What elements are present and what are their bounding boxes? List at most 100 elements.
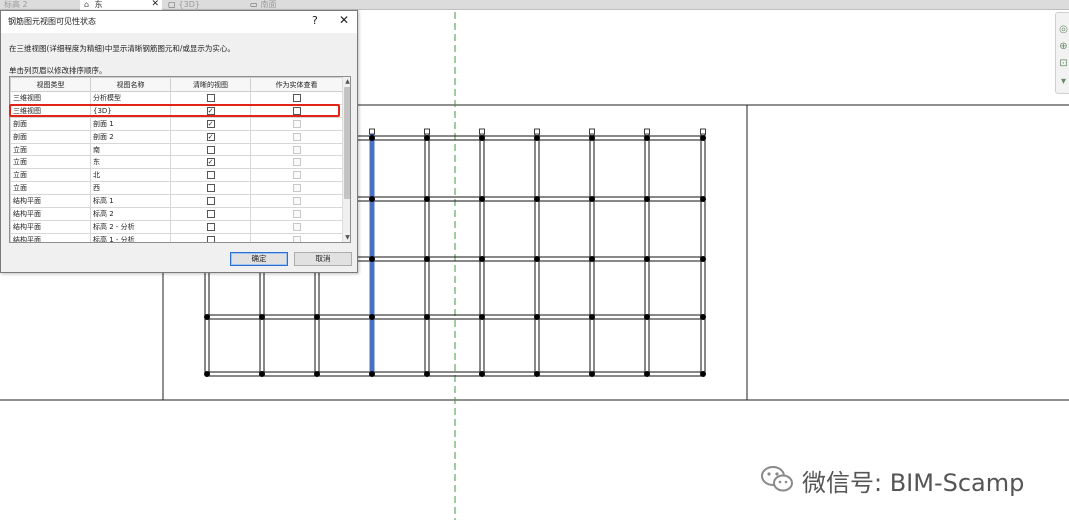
joint-node [204, 371, 210, 377]
clear-view-checkbox[interactable]: ✓ [206, 158, 215, 167]
row-view-as-solid-cell [250, 91, 343, 105]
clear-view-checkbox[interactable]: ✓ [206, 119, 215, 128]
table-row[interactable]: 立面南 [10, 142, 343, 157]
zoom-icon[interactable]: ⊕ [1057, 40, 1069, 54]
row-view-type: 结构平面 [10, 194, 91, 209]
row-clear-view-cell [170, 219, 251, 234]
scroll-thumb[interactable] [344, 87, 350, 199]
scroll-down-icon[interactable]: ▼ [343, 233, 350, 242]
row-view-name: 标高 1 [90, 194, 171, 209]
row-view-as-solid-cell [250, 103, 343, 118]
table-row[interactable]: 结构平面 标高 2 - 分析 [10, 219, 343, 234]
row-clear-view-cell: ✓ [170, 155, 251, 170]
view-as-solid-checkbox[interactable] [292, 93, 301, 102]
ok-button[interactable]: 确定 [230, 252, 288, 266]
joint-node [644, 256, 650, 262]
help-button[interactable]: ? [312, 14, 318, 27]
row-view-name: 东 [90, 155, 171, 170]
tab-3d[interactable]: ▢ {3D} [164, 0, 244, 10]
clear-view-checkbox[interactable] [206, 93, 215, 102]
dropdown-icon[interactable]: ▾ [1057, 75, 1069, 89]
clear-view-checkbox[interactable] [206, 184, 215, 193]
tab-label: 南面 [260, 0, 277, 9]
joint-node [589, 135, 595, 141]
joint-node [479, 256, 485, 262]
column-header-view-type[interactable]: 视图类型 [10, 77, 91, 92]
view-as-solid-checkbox[interactable] [292, 106, 301, 115]
table-row[interactable]: 三维视图 分析模型 [10, 91, 343, 105]
tab-south[interactable]: ▭ 南面 [246, 0, 326, 10]
row-view-name: 剖面 1 [90, 116, 171, 131]
row-clear-view-cell: ✓ [170, 129, 251, 144]
elevation-icon: ▭ [250, 0, 258, 9]
column-header-view-as-solid[interactable]: 作为实体查看 [250, 77, 343, 92]
column-header-clear-view[interactable]: 清晰的视图 [170, 77, 251, 92]
row-clear-view-cell [170, 194, 251, 209]
joint-node [314, 371, 320, 377]
joint-node [424, 371, 430, 377]
table-row[interactable]: 结构平面 标高 1 - 分析 [10, 232, 343, 242]
row-clear-view-cell: ✓ [170, 116, 251, 131]
tab-east[interactable]: ⌂ 东 ✕ [80, 0, 162, 10]
column-header-view-name[interactable]: 视图名称 [90, 77, 171, 92]
joint-node [700, 196, 706, 202]
joint-node [424, 314, 430, 320]
clear-view-checkbox[interactable]: ✓ [206, 106, 215, 115]
clear-view-checkbox[interactable] [206, 145, 215, 154]
joint-node [700, 135, 706, 141]
row-view-as-solid-cell [250, 116, 343, 131]
row-view-as-solid-cell [250, 129, 343, 144]
view-as-solid-checkbox [292, 171, 301, 180]
clear-view-checkbox[interactable]: ✓ [206, 132, 215, 141]
joint-node [479, 371, 485, 377]
joint-node [589, 371, 595, 377]
table-row[interactable]: 结构平面 标高 1 [10, 194, 343, 209]
view-as-solid-checkbox [292, 132, 301, 141]
joint-node [369, 256, 375, 262]
clear-view-checkbox[interactable] [206, 222, 215, 231]
scroll-up-icon[interactable]: ▲ [343, 77, 350, 86]
row-clear-view-cell [170, 142, 251, 157]
close-button[interactable]: ✕ [339, 13, 349, 27]
table-row[interactable]: 立面北 [10, 168, 343, 183]
row-view-type: 立面 [10, 155, 91, 170]
cancel-button[interactable]: 取消 [294, 252, 352, 266]
clear-view-checkbox[interactable] [206, 197, 215, 206]
table-row[interactable]: 三维视图 {3D} ✓ [10, 103, 343, 118]
row-view-as-solid-cell [250, 155, 343, 170]
table-row[interactable]: 剖面 剖面 2 ✓ [10, 129, 343, 144]
table-row[interactable]: 结构平面 标高 2 [10, 207, 343, 221]
table-row[interactable]: 立面西 [10, 181, 343, 196]
joint-node [700, 256, 706, 262]
joint-node [644, 371, 650, 377]
table-row[interactable]: 立面东 ✓ [10, 155, 343, 170]
dialog-title: 钢筋图元视图可见性状态 [8, 17, 96, 26]
close-icon[interactable]: ✕ [151, 0, 159, 9]
joint-node [644, 196, 650, 202]
clear-view-checkbox[interactable] [206, 235, 215, 242]
view-as-solid-checkbox [292, 222, 301, 231]
row-view-type: 剖面 [10, 129, 91, 144]
joint-node [479, 196, 485, 202]
view-as-solid-checkbox [292, 158, 301, 167]
view-tab-bar: 标高 2 ⌂ 东 ✕ ▢ {3D} ▭ 南面 [0, 0, 1069, 10]
joint-node [259, 314, 265, 320]
steering-wheel-icon[interactable]: ◎ [1057, 23, 1069, 37]
clear-view-checkbox[interactable] [206, 171, 215, 180]
tab-label: 标高 2 [4, 0, 28, 9]
view-as-solid-checkbox [292, 209, 301, 218]
table-scrollbar[interactable]: ▲ ▼ [342, 77, 350, 242]
joint-node [644, 135, 650, 141]
tab-level-2[interactable]: 标高 2 [0, 0, 78, 10]
column-top-cap [534, 128, 540, 135]
view-as-solid-checkbox [292, 145, 301, 154]
row-view-name: 南 [90, 142, 171, 157]
joint-node [534, 135, 540, 141]
watermark: 微信号: BIM-Scamp [760, 462, 1050, 498]
zoom-region-icon[interactable]: ⊡ [1057, 57, 1069, 71]
joint-node [424, 196, 430, 202]
clear-view-checkbox[interactable] [206, 209, 215, 218]
dialog-titlebar[interactable]: 钢筋图元视图可见性状态 ? ✕ [1, 11, 357, 33]
home-icon: ⌂ [84, 0, 90, 9]
table-row[interactable]: 剖面 剖面 1 ✓ [10, 116, 343, 131]
